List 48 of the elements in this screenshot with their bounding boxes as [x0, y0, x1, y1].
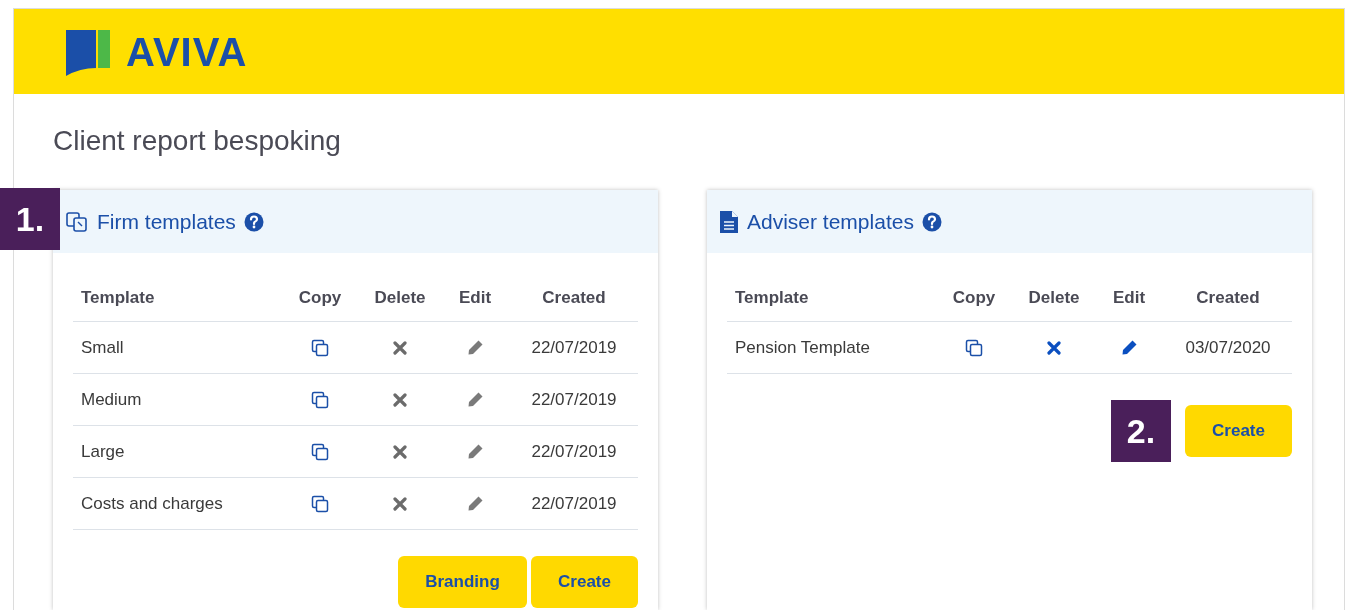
copy-icon[interactable] [311, 390, 329, 409]
template-name: Small [80, 336, 125, 359]
copy-icon[interactable] [311, 338, 329, 357]
help-icon[interactable] [243, 211, 264, 232]
create-button[interactable]: Create [531, 556, 638, 608]
template-name: Pension Template [734, 336, 871, 359]
copy-icon[interactable] [311, 442, 329, 461]
callout-badge: 1. [0, 188, 60, 250]
pencil-icon[interactable] [466, 339, 484, 356]
template-name: Costs and charges [80, 492, 224, 515]
create-button[interactable]: Create [1185, 405, 1292, 457]
logo-text: AVIVA [126, 28, 248, 76]
panel-title: Firm templates [97, 208, 236, 235]
column-header: Copy [951, 287, 997, 309]
pencil-icon[interactable] [1120, 339, 1138, 356]
template-name: Large [80, 440, 126, 463]
column-header: Created [541, 287, 607, 309]
panel-title: Adviser templates [747, 208, 914, 235]
copy-icon[interactable] [965, 338, 983, 357]
column-header: Delete [1027, 287, 1081, 309]
delete-icon[interactable] [393, 444, 407, 459]
column-header: Edit [1111, 287, 1147, 309]
delete-icon[interactable] [393, 340, 407, 355]
created-date: 22/07/2019 [530, 388, 618, 411]
help-icon[interactable] [921, 211, 942, 232]
template-name: Medium [80, 388, 143, 411]
created-date: 22/07/2019 [530, 336, 618, 359]
column-header: Copy [297, 287, 343, 309]
column-header: Edit [457, 287, 493, 309]
page-title: Client report bespoking [53, 124, 342, 158]
column-header: Delete [373, 287, 427, 309]
delete-icon[interactable] [393, 496, 407, 511]
created-date: 22/07/2019 [530, 492, 618, 515]
callout-badge: 2. [1111, 400, 1171, 462]
column-header: Template [734, 287, 810, 309]
delete-icon[interactable] [393, 392, 407, 407]
created-date: 03/07/2020 [1184, 336, 1272, 359]
copy-icon[interactable] [311, 494, 329, 513]
column-header: Created [1195, 287, 1261, 309]
copy-icon [65, 210, 89, 233]
branding-button[interactable]: Branding [398, 556, 527, 608]
created-date: 22/07/2019 [530, 440, 618, 463]
delete-icon[interactable] [1047, 340, 1061, 355]
pencil-icon[interactable] [466, 391, 484, 408]
column-header: Template [80, 287, 156, 309]
document-icon [719, 209, 739, 234]
pencil-icon[interactable] [466, 495, 484, 512]
pencil-icon[interactable] [466, 443, 484, 460]
